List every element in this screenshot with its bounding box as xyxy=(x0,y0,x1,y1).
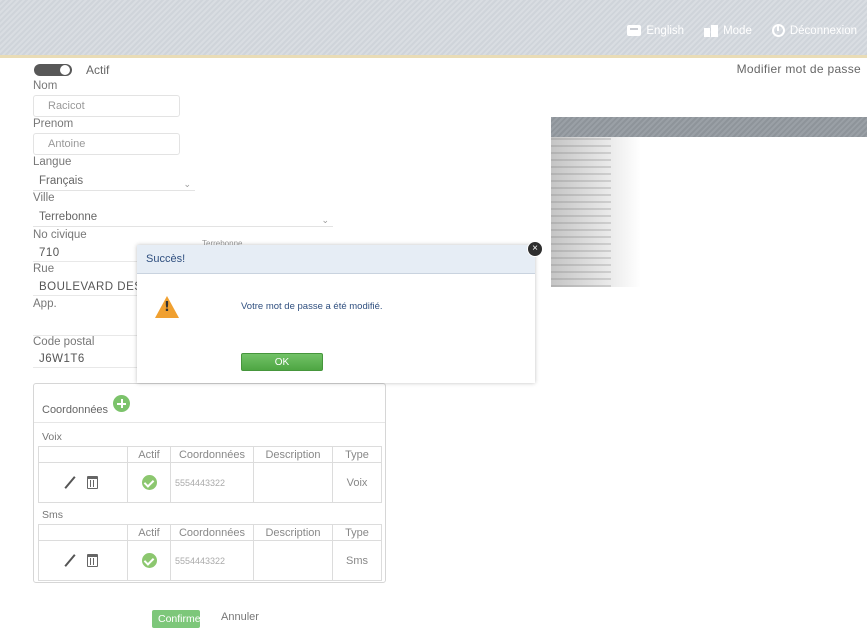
type-value: Sms xyxy=(332,540,382,581)
rue-input[interactable]: BOULEVARD DES xyxy=(33,278,143,296)
coordonnees-panel: Coordonnées Voix Actif Coordonnées Descr… xyxy=(33,383,386,583)
description-value xyxy=(253,540,333,581)
change-password-link[interactable]: Modifier mot de passe xyxy=(737,62,861,76)
chevron-down-icon: ⌄ xyxy=(321,215,329,225)
logout-label: Déconnexion xyxy=(789,24,857,37)
table-header: Actif Coordonnées Description Type xyxy=(38,446,382,463)
col-coordonnees: Coordonnées xyxy=(170,446,254,463)
top-menu: English Mode Déconnexion xyxy=(627,24,857,37)
coordonnee-value: 5554443322 xyxy=(170,462,254,503)
coordonnee-value: 5554443322 xyxy=(170,540,254,581)
code-postal-input[interactable]: J6W1T6 xyxy=(33,350,143,368)
check-icon xyxy=(141,553,157,568)
add-icon[interactable] xyxy=(113,395,130,412)
col-type: Type xyxy=(332,446,382,463)
check-icon xyxy=(141,475,157,490)
dialog-header: Succès! xyxy=(137,245,535,274)
ville-value: Terrebonne xyxy=(39,211,98,223)
ok-button[interactable]: OK xyxy=(241,353,323,371)
active-toggle[interactable] xyxy=(34,64,72,76)
ville-label: Ville xyxy=(33,192,55,204)
langue-value: Français xyxy=(39,175,84,187)
dialog-title: Succès! xyxy=(146,253,186,265)
nom-input[interactable]: Racicot xyxy=(33,95,180,117)
logout-button[interactable]: Déconnexion xyxy=(771,24,857,37)
toggle-knob xyxy=(60,65,70,75)
dialog-body: Succès! Votre mot de passe a été modifié… xyxy=(137,245,535,383)
voix-table: Actif Coordonnées Description Type 55544… xyxy=(38,446,382,503)
langue-select[interactable]: Français ⌄ xyxy=(33,172,195,191)
trash-icon[interactable] xyxy=(86,476,98,489)
col-actif: Actif xyxy=(127,524,171,541)
language-label: English xyxy=(646,24,685,37)
background-band xyxy=(551,117,867,137)
type-value: Voix xyxy=(332,462,382,503)
background-newspaper-image xyxy=(551,137,641,287)
no-civique-label: No civique xyxy=(33,229,87,241)
mode-icon xyxy=(704,24,719,37)
sms-table: Actif Coordonnées Description Type 55544… xyxy=(38,524,382,581)
col-actif: Actif xyxy=(127,446,171,463)
langue-label: Langue xyxy=(33,156,72,168)
no-civique-input[interactable]: 710 xyxy=(33,244,143,262)
ville-select[interactable]: Terrebonne ⌄ xyxy=(33,208,333,227)
table-row: 5554443322 Voix xyxy=(38,462,382,503)
col-description: Description xyxy=(253,524,333,541)
prenom-input[interactable]: Antoine xyxy=(33,133,180,155)
trash-icon[interactable] xyxy=(86,554,98,567)
edit-icon[interactable] xyxy=(63,554,76,567)
dialog-message: Votre mot de passe a été modifié. xyxy=(241,301,383,312)
power-icon xyxy=(771,24,785,37)
voix-section-label: Voix xyxy=(42,431,62,443)
active-label: Actif xyxy=(86,63,110,77)
chevron-down-icon: ⌄ xyxy=(183,179,191,189)
table-header: Actif Coordonnées Description Type xyxy=(38,524,382,541)
code-postal-label: Code postal xyxy=(33,336,95,348)
col-type: Type xyxy=(332,524,382,541)
cancel-button[interactable]: Annuler xyxy=(221,611,259,623)
divider xyxy=(34,422,385,423)
rue-label: Rue xyxy=(33,263,55,275)
success-dialog: Succès! Votre mot de passe a été modifié… xyxy=(137,241,543,383)
nom-label: Nom xyxy=(33,80,58,92)
app-input[interactable] xyxy=(33,318,143,336)
top-bar-accent xyxy=(0,55,867,58)
close-icon[interactable]: × xyxy=(527,241,543,257)
description-value xyxy=(253,462,333,503)
confirm-button[interactable]: Confirmer xyxy=(152,610,204,628)
app-label: App. xyxy=(33,298,57,310)
table-row: 5554443322 Sms xyxy=(38,540,382,581)
col-description: Description xyxy=(253,446,333,463)
coordonnees-title: Coordonnées xyxy=(42,404,109,416)
language-icon xyxy=(627,25,642,36)
mode-button[interactable]: Mode xyxy=(704,24,752,37)
sms-section-label: Sms xyxy=(42,509,63,521)
warning-icon xyxy=(155,296,179,318)
col-coordonnees: Coordonnées xyxy=(170,524,254,541)
prenom-label: Prenom xyxy=(33,118,74,130)
language-button[interactable]: English xyxy=(627,24,684,37)
mode-label: Mode xyxy=(723,24,752,37)
edit-icon[interactable] xyxy=(63,476,76,489)
